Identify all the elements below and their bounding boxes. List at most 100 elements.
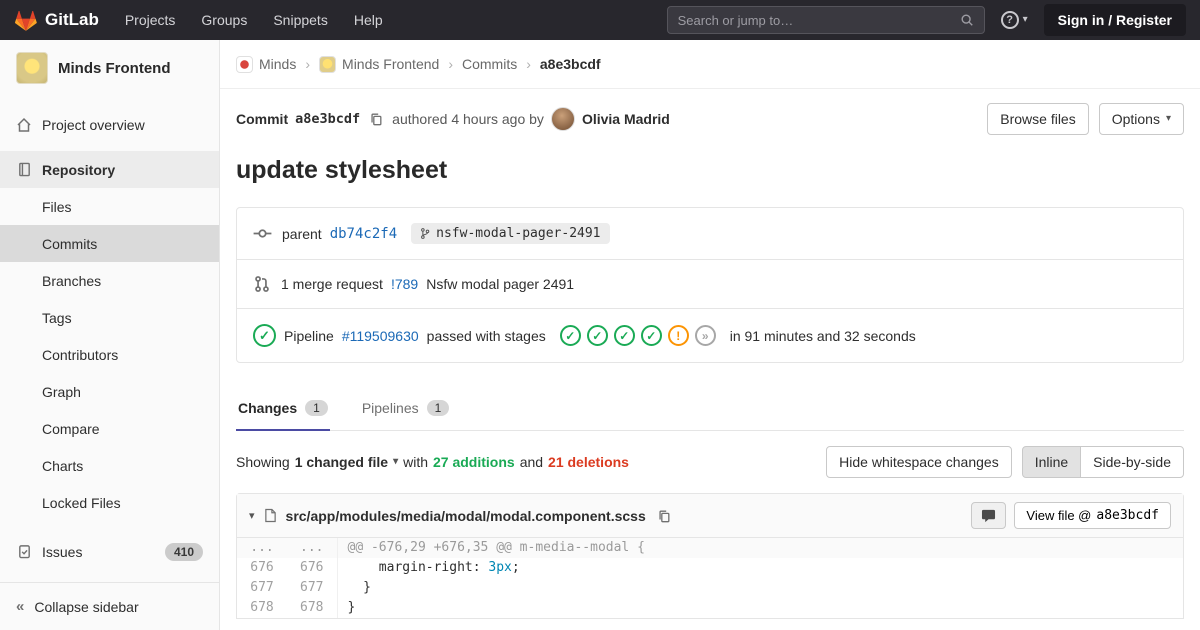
sidebar-item-project-overview[interactable]: Project overview [0, 106, 219, 143]
sidebar-item-label: Contributors [42, 347, 118, 363]
main-content: Minds › Minds Frontend › Commits › a8e3b… [220, 40, 1200, 630]
breadcrumb-separator: › [448, 56, 453, 72]
tab-changes[interactable]: Changes 1 [236, 387, 330, 431]
copy-sha-button[interactable] [367, 110, 385, 128]
stage-passed-icon[interactable]: ✓ [614, 325, 635, 346]
stage-passed-icon[interactable]: ✓ [560, 325, 581, 346]
project-name: Minds Frontend [58, 60, 171, 77]
inline-view-button[interactable]: Inline [1022, 446, 1081, 478]
sidebar-item-compare[interactable]: Compare [0, 410, 219, 447]
code-text: ; [512, 560, 520, 575]
deletions-count: 21 deletions [548, 454, 629, 470]
sidebar-item-repository[interactable]: Repository [0, 151, 219, 188]
help-dropdown[interactable]: ? ▾ [1001, 11, 1028, 29]
search-icon [960, 13, 974, 27]
old-line-number: ... [237, 538, 287, 558]
changed-files-label: 1 changed file [295, 454, 388, 470]
group-avatar [236, 56, 253, 73]
side-by-side-view-button[interactable]: Side-by-side [1080, 446, 1184, 478]
hide-whitespace-button[interactable]: Hide whitespace changes [826, 446, 1012, 478]
new-line-number[interactable]: 676 [287, 558, 337, 578]
gitlab-logo[interactable]: GitLab [14, 9, 99, 32]
sidebar-item-locked-files[interactable]: Locked Files [0, 484, 219, 521]
breadcrumb-label: Minds Frontend [342, 56, 439, 72]
sidebar-item-label: Compare [42, 421, 100, 437]
merge-request-ref-link[interactable]: !789 [391, 276, 418, 292]
menu-groups[interactable]: Groups [201, 12, 247, 28]
project-avatar-small [319, 56, 336, 73]
sidebar-item-charts[interactable]: Charts [0, 447, 219, 484]
sidebar-item-issues[interactable]: Issues 410 [0, 533, 219, 570]
breadcrumb-commits[interactable]: Commits [462, 56, 517, 72]
menu-projects[interactable]: Projects [125, 12, 176, 28]
pipeline-id-link[interactable]: #119509630 [342, 328, 419, 344]
main-menu: Projects Groups Snippets Help [125, 12, 383, 28]
breadcrumb-separator: › [305, 56, 310, 72]
menu-help[interactable]: Help [354, 12, 383, 28]
with-label: with [403, 454, 428, 470]
old-line-number[interactable]: 677 [237, 578, 287, 598]
commit-actions: Browse files Options ▾ [987, 103, 1184, 135]
stage-passed-icon[interactable]: ✓ [587, 325, 608, 346]
sidebar-item-files[interactable]: Files [0, 188, 219, 225]
code-line: } [337, 598, 1183, 618]
collapse-sidebar-button[interactable]: « Collapse sidebar [0, 582, 219, 630]
branch-icon [420, 227, 430, 240]
diff-stats: Showing 1 changed file ▾ with 27 additio… [236, 454, 629, 470]
sidebar-item-tags[interactable]: Tags [0, 299, 219, 336]
stage-warning-icon[interactable]: ! [668, 325, 689, 346]
browse-files-button[interactable]: Browse files [987, 103, 1088, 135]
changed-files-dropdown[interactable]: 1 changed file ▾ [295, 454, 398, 470]
project-context[interactable]: Minds Frontend [0, 40, 219, 96]
gitlab-tanuki-icon [14, 9, 37, 32]
pipeline-status-icon[interactable]: ✓ [253, 324, 276, 347]
sidebar-item-commits[interactable]: Commits [0, 225, 219, 262]
collapse-diff-icon[interactable]: ▾ [249, 509, 255, 522]
diff-table: ... ... @@ -676,29 +676,35 @@ m-media--m… [237, 538, 1183, 618]
sidebar-item-branches[interactable]: Branches [0, 262, 219, 299]
old-line-number[interactable]: 676 [237, 558, 287, 578]
stage-passed-icon[interactable]: ✓ [641, 325, 662, 346]
sign-in-button[interactable]: Sign in / Register [1044, 4, 1186, 36]
sidebar-item-contributors[interactable]: Contributors [0, 336, 219, 373]
new-line-number[interactable]: 677 [287, 578, 337, 598]
code-text: margin-right: [348, 560, 489, 575]
search-input[interactable] [678, 13, 952, 28]
author-name[interactable]: Olivia Madrid [582, 111, 670, 127]
parent-sha-link[interactable]: db74c2f4 [330, 226, 397, 242]
breadcrumb-separator: › [526, 56, 531, 72]
merge-request-row: 1 merge request !789 Nsfw modal pager 24… [237, 259, 1183, 308]
diff-hunk-row: ... ... @@ -676,29 +676,35 @@ m-media--m… [237, 538, 1183, 558]
stage-skipped-icon[interactable]: » [695, 325, 716, 346]
options-label: Options [1112, 111, 1160, 127]
breadcrumb-label: Minds [259, 56, 296, 72]
comment-button[interactable] [971, 502, 1006, 529]
tab-pipelines[interactable]: Pipelines 1 [360, 387, 452, 431]
breadcrumb-group[interactable]: Minds [236, 56, 296, 73]
old-line-number[interactable]: 678 [237, 598, 287, 618]
gitlab-wordmark: GitLab [45, 10, 99, 30]
sidebar-item-label: Tags [42, 310, 72, 326]
sidebar-item-label: Files [42, 199, 72, 215]
breadcrumb-project[interactable]: Minds Frontend [319, 56, 439, 73]
commit-icon [253, 224, 272, 243]
menu-snippets[interactable]: Snippets [273, 12, 327, 28]
code-line: } [337, 578, 1183, 598]
sidebar-item-graph[interactable]: Graph [0, 373, 219, 410]
copy-file-path-button[interactable] [655, 507, 673, 525]
authored-text: authored 4 hours ago by [392, 111, 544, 127]
sidebar-item-label: Issues [42, 544, 82, 560]
author-avatar[interactable] [551, 107, 575, 131]
global-search[interactable] [667, 6, 985, 34]
options-button[interactable]: Options ▾ [1099, 103, 1184, 135]
new-line-number[interactable]: 678 [287, 598, 337, 618]
comment-icon [981, 509, 996, 523]
additions-count: 27 additions [433, 454, 515, 470]
commit-meta-row: Commit a8e3bcdf authored 4 hours ago by … [236, 103, 1184, 135]
branch-chip[interactable]: nsfw-modal-pager-2491 [411, 223, 609, 244]
diff-mode-toggle: Inline Side-by-side [1022, 446, 1184, 478]
commit-title: update stylesheet [236, 155, 1184, 185]
file-path[interactable]: src/app/modules/media/modal/modal.compon… [286, 508, 646, 524]
diff-file: ▾ src/app/modules/media/modal/modal.comp… [236, 493, 1184, 619]
view-file-button[interactable]: View file @ a8e3bcdf [1014, 502, 1171, 529]
